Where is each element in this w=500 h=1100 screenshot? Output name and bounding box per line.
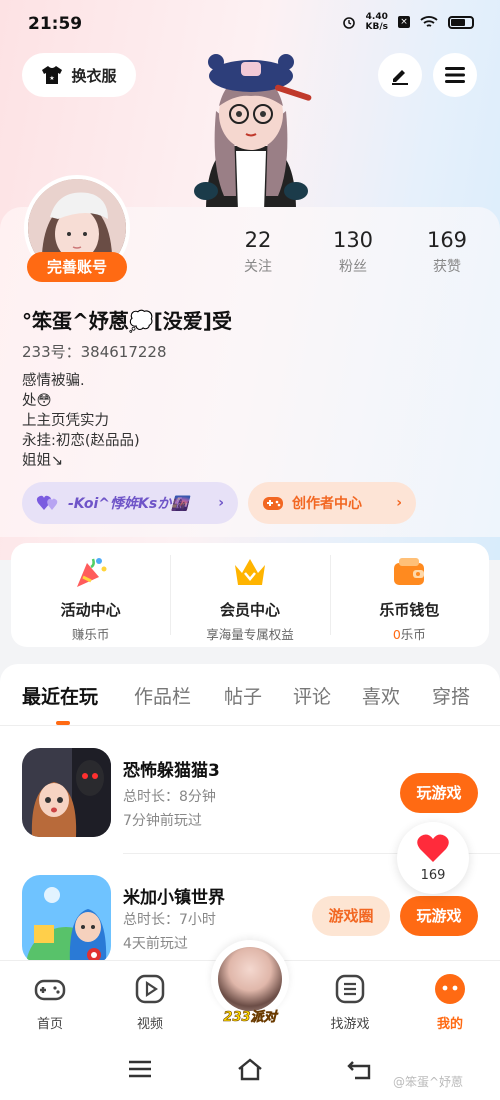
game-list-icon xyxy=(335,974,365,1004)
stat-likes-received[interactable]: 169 获赞 xyxy=(412,228,482,276)
play-game-button[interactable]: 玩游戏 xyxy=(400,896,478,936)
recent-apps-icon[interactable] xyxy=(125,1056,155,1082)
nav-home[interactable]: 首页 xyxy=(20,973,80,1032)
menu-button[interactable] xyxy=(433,53,477,97)
back-icon[interactable] xyxy=(345,1056,375,1082)
wallet-icon xyxy=(394,558,425,585)
change-outfit-label: 换衣服 xyxy=(71,66,117,85)
heart-icon xyxy=(417,834,449,862)
member-center[interactable]: 会员中心 享海量专属权益 xyxy=(170,543,329,647)
status-time: 21:59 xyxy=(28,14,83,34)
like-count: 169 xyxy=(420,868,446,883)
bio: 感情被骗. 处😳 上主页凭实力 永挂:初恋(赵品品) 姐姐↘ xyxy=(22,371,140,471)
bio-line: 姐姐↘ xyxy=(22,453,64,469)
battery-icon xyxy=(448,15,474,29)
system-navigation-bar xyxy=(0,1040,500,1100)
tab-likes[interactable]: 喜欢 xyxy=(362,682,400,709)
user-id[interactable]: 233号：384617228 xyxy=(22,341,167,362)
coin-wallet[interactable]: 乐币钱包 0乐币 xyxy=(329,543,489,647)
creator-center-button[interactable]: 创作者中心 › xyxy=(248,482,416,524)
watermark: @笨蛋^妤蒽 xyxy=(393,1075,464,1089)
game-duration: 总时长：8分钟 xyxy=(123,789,216,805)
game-duration: 总时长：7小时 xyxy=(123,912,216,928)
tab-posts[interactable]: 帖子 xyxy=(224,682,262,709)
stat-followers[interactable]: 130 粉丝 xyxy=(318,228,388,276)
shirt-icon: ★ xyxy=(42,66,63,84)
game-name: 米加小镇世界 xyxy=(123,888,225,908)
me-face-icon xyxy=(435,974,465,1004)
game-circle-button[interactable]: 游戏圈 xyxy=(312,896,390,936)
play-game-button[interactable]: 玩游戏 xyxy=(400,773,478,813)
edit-profile-button[interactable] xyxy=(378,53,422,97)
pen-icon xyxy=(392,70,408,85)
gamepad-icon xyxy=(263,497,283,510)
hamburger-menu-icon xyxy=(445,67,465,83)
game-icon-hide-and-seek xyxy=(22,748,111,837)
bio-line: 处😳 xyxy=(22,393,52,409)
avatar xyxy=(218,947,282,1011)
complete-account-button[interactable]: 完善账号 xyxy=(27,252,127,282)
party-label: 233派对 xyxy=(223,1010,277,1026)
tab-comments[interactable]: 评论 xyxy=(293,682,331,709)
nav-video[interactable]: 视频 xyxy=(120,973,180,1032)
game-last-played: 4天前玩过 xyxy=(123,936,188,952)
services-panel: 活动中心 赚乐币 会员中心 享海量专属权益 乐币钱包 0乐币 xyxy=(11,543,489,647)
home-icon[interactable] xyxy=(235,1056,265,1082)
profile-tabs: 最近在玩 作品栏 帖子 评论 喜欢 穿搭 xyxy=(0,682,500,718)
double-heart-icon xyxy=(36,495,58,510)
username: °笨蛋^妤蒽💭[没爱]受 xyxy=(22,309,232,333)
status-bar: 21:59 4.40 KB/s × xyxy=(0,0,500,44)
nav-find-game[interactable]: 找游戏 xyxy=(320,973,380,1032)
activity-center[interactable]: 活动中心 赚乐币 xyxy=(11,543,170,647)
wifi-icon xyxy=(420,16,438,27)
crown-icon xyxy=(234,559,265,585)
svg-text:★: ★ xyxy=(50,75,55,82)
avatar-3d-character[interactable] xyxy=(186,46,316,211)
stat-following[interactable]: 22 关注 xyxy=(223,228,293,276)
network-speed: 4.40 KB/s xyxy=(365,12,388,32)
alarm-icon xyxy=(342,17,355,29)
change-outfit-button[interactable]: ★ 换衣服 xyxy=(22,53,136,97)
nav-me[interactable]: 我的 xyxy=(420,973,480,1032)
chevron-right-icon: › xyxy=(396,495,402,511)
bio-line: 感情被骗. xyxy=(22,373,85,389)
tab-outfits[interactable]: 穿搭 xyxy=(432,682,470,709)
game-icon-miga-town xyxy=(22,875,111,964)
tab-works[interactable]: 作品栏 xyxy=(134,682,191,709)
creator-center-label: 创作者中心 xyxy=(292,496,362,512)
chevron-right-icon: › xyxy=(218,495,224,511)
relationship-pill[interactable]: -Koi^悸姩Ksか🌆 › xyxy=(22,482,238,524)
party-popper-icon xyxy=(76,558,107,587)
like-button[interactable]: 169 xyxy=(397,822,469,894)
game-last-played: 7分钟前玩过 xyxy=(123,813,202,829)
game-name: 恐怖躲猫猫3 xyxy=(123,761,220,781)
video-play-icon xyxy=(135,974,165,1004)
bio-line: 永挂:初恋(赵品品) xyxy=(22,433,140,449)
tab-recently-played[interactable]: 最近在玩 xyxy=(22,682,98,709)
bio-line: 上主页凭实力 xyxy=(22,413,109,429)
relationship-label: -Koi^悸姩Ksか🌆 xyxy=(68,496,189,512)
gamepad-icon xyxy=(34,979,66,1001)
no-sim-icon: × xyxy=(398,16,410,28)
